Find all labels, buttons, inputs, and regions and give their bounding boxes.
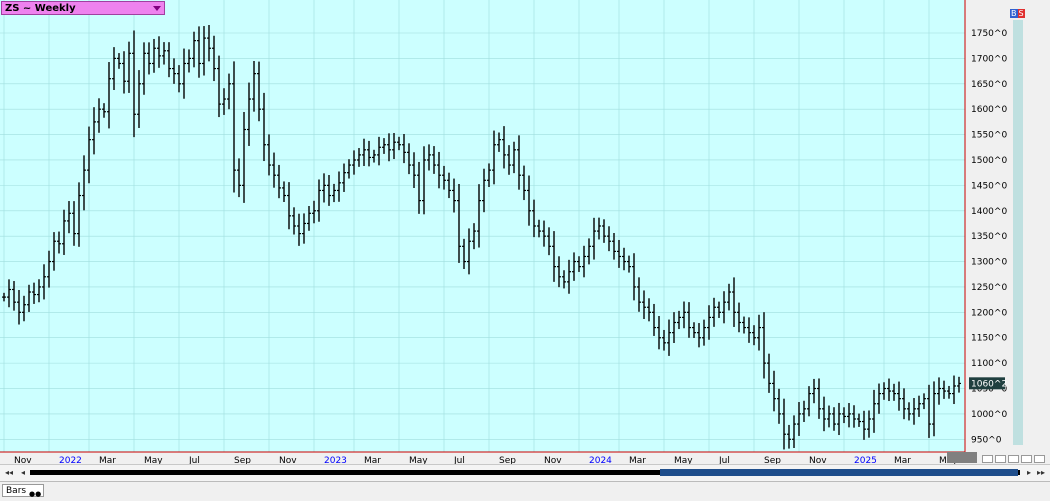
scroll-thumb[interactable] [660, 469, 1018, 476]
price-tick-label: 1000^0 [971, 410, 1007, 420]
symbol-title: ZS ~ Weekly [5, 3, 76, 14]
price-tick-label: 1300^0 [971, 258, 1007, 268]
bars-tab-label: Bars [6, 486, 27, 496]
link-icon: ●● [29, 490, 42, 498]
axis-corner-block [947, 452, 977, 463]
time-scrollbar[interactable]: ◂◂ ◂ ▸ ▸▸ [0, 464, 1050, 481]
last-price-marker: 1060^2 [969, 377, 1007, 390]
price-tick-label: 950^0 [971, 435, 1002, 445]
sell-indicator[interactable]: S [1017, 9, 1025, 18]
chevron-down-icon[interactable] [153, 6, 161, 11]
price-tick-label: 1150^0 [971, 334, 1007, 344]
price-tick-label: 1750^0 [971, 29, 1007, 39]
chart-container: 1750^0 1700^0 1650^0 1600^0 1550^0 1500^0 1450… [0, 0, 1050, 500]
scale-strip [1013, 20, 1023, 445]
price-tick-label: 1650^0 [971, 80, 1007, 90]
buy-indicator[interactable]: B [1010, 9, 1018, 18]
price-tick-label: 1550^0 [971, 131, 1007, 141]
scroll-first-icon[interactable]: ◂◂ [4, 468, 14, 478]
zoom-out-icon[interactable] [982, 455, 993, 463]
price-chart[interactable]: 1750^0 1700^0 1650^0 1600^0 1550^0 1500^0 1450… [0, 0, 1050, 499]
status-bar: Bars ●● [0, 481, 1050, 500]
scroll-right-icon[interactable]: ▸ [1024, 468, 1034, 478]
scroll-last-icon[interactable]: ▸▸ [1036, 468, 1046, 478]
price-tick-label: 1500^0 [971, 156, 1007, 166]
bars-tab[interactable]: Bars ●● [2, 484, 44, 498]
expand-icon[interactable] [1034, 455, 1045, 463]
price-tick-label: 1450^0 [971, 181, 1007, 191]
last-price-label: 1060^2 [971, 379, 1007, 389]
price-tick-label: 1100^0 [971, 359, 1007, 369]
settings-icon[interactable] [1021, 455, 1032, 463]
buy-sell-indicator[interactable]: BS [1010, 9, 1025, 18]
price-tick-label: 1200^0 [971, 308, 1007, 318]
price-tick-label: 1350^0 [971, 232, 1007, 242]
symbol-selector[interactable]: ZS ~ Weekly [1, 1, 165, 15]
price-tick-label: 1250^0 [971, 283, 1007, 293]
plot-area[interactable] [0, 0, 965, 452]
price-tick-label: 1400^0 [971, 207, 1007, 217]
price-tick-label: 1600^0 [971, 105, 1007, 115]
zoom-in-icon[interactable] [995, 455, 1006, 463]
fit-icon[interactable] [1008, 455, 1019, 463]
scroll-left-icon[interactable]: ◂ [18, 468, 28, 478]
price-tick-label: 1700^0 [971, 54, 1007, 64]
